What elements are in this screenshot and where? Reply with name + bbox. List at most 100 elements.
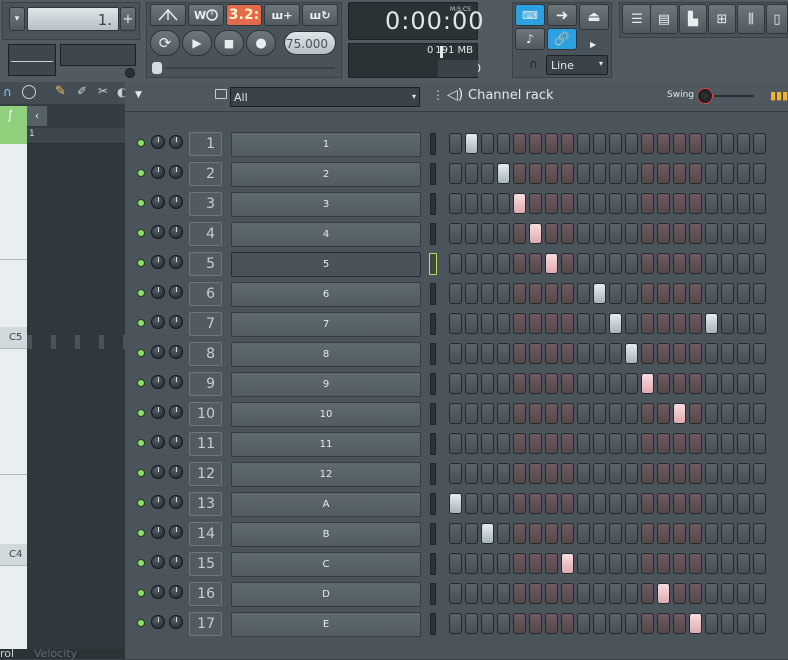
- step-button[interactable]: [689, 223, 702, 244]
- pattern-selector[interactable]: 1.: [27, 7, 119, 31]
- piano-key[interactable]: [0, 475, 27, 545]
- step-button[interactable]: [641, 193, 654, 214]
- step-button[interactable]: [529, 583, 542, 604]
- channel-pan-knob[interactable]: [169, 435, 183, 449]
- channel-pan-knob[interactable]: [169, 585, 183, 599]
- step-button[interactable]: [449, 493, 462, 514]
- pencil-tool-icon[interactable]: ♪: [515, 28, 545, 50]
- step-button[interactable]: [705, 253, 718, 274]
- step-button[interactable]: [737, 193, 750, 214]
- step-button[interactable]: [529, 553, 542, 574]
- step-button[interactable]: [561, 613, 574, 634]
- channel-select-strip[interactable]: [430, 403, 436, 425]
- step-button[interactable]: [673, 253, 686, 274]
- step-button[interactable]: [481, 193, 494, 214]
- step-button[interactable]: [529, 493, 542, 514]
- step-button[interactable]: [737, 613, 750, 634]
- channel-mixer-track[interactable]: 8: [189, 342, 222, 366]
- step-button[interactable]: [561, 163, 574, 184]
- channel-led-toggle[interactable]: [137, 469, 145, 477]
- step-button[interactable]: [577, 133, 590, 154]
- step-button[interactable]: [593, 523, 606, 544]
- step-button[interactable]: [609, 253, 622, 274]
- step-button[interactable]: [545, 313, 558, 334]
- channel-name-button[interactable]: 2: [231, 162, 421, 187]
- channel-volume-knob[interactable]: [151, 315, 165, 329]
- step-button[interactable]: [593, 433, 606, 454]
- step-button[interactable]: [641, 403, 654, 424]
- step-button[interactable]: [689, 583, 702, 604]
- magnet-tool-icon[interactable]: ∩: [3, 85, 12, 99]
- step-button[interactable]: [513, 133, 526, 154]
- step-button[interactable]: [449, 283, 462, 304]
- step-button[interactable]: [497, 463, 510, 484]
- step-button[interactable]: [561, 373, 574, 394]
- step-button[interactable]: [689, 163, 702, 184]
- swing-knob[interactable]: [697, 88, 713, 104]
- step-button[interactable]: [481, 493, 494, 514]
- channel-name-button[interactable]: A: [231, 492, 421, 517]
- step-edit-counter[interactable]: 3.2:: [226, 4, 262, 26]
- step-button[interactable]: [513, 613, 526, 634]
- step-button[interactable]: [449, 553, 462, 574]
- channel-led-toggle[interactable]: [137, 499, 145, 507]
- step-button[interactable]: [481, 373, 494, 394]
- step-button[interactable]: [481, 283, 494, 304]
- step-button[interactable]: [529, 283, 542, 304]
- step-button[interactable]: [465, 343, 478, 364]
- step-button[interactable]: [513, 433, 526, 454]
- channel-volume-knob[interactable]: [151, 195, 165, 209]
- step-button[interactable]: [465, 373, 478, 394]
- step-button[interactable]: [641, 493, 654, 514]
- step-button[interactable]: [513, 163, 526, 184]
- step-button[interactable]: [593, 373, 606, 394]
- channel-volume-knob[interactable]: [151, 525, 165, 539]
- step-button[interactable]: [449, 163, 462, 184]
- step-button[interactable]: [465, 223, 478, 244]
- step-button[interactable]: [721, 583, 734, 604]
- step-button[interactable]: [625, 283, 638, 304]
- step-button[interactable]: [737, 283, 750, 304]
- channel-pan-knob[interactable]: [169, 285, 183, 299]
- step-button[interactable]: [721, 193, 734, 214]
- step-button[interactable]: [465, 163, 478, 184]
- step-button[interactable]: [673, 313, 686, 334]
- step-button[interactable]: [593, 583, 606, 604]
- step-button[interactable]: [529, 133, 542, 154]
- step-button[interactable]: [657, 223, 670, 244]
- channel-mixer-track[interactable]: 9: [189, 372, 222, 396]
- channel-name-button[interactable]: 1: [231, 132, 421, 157]
- step-button[interactable]: [625, 493, 638, 514]
- step-button[interactable]: [737, 313, 750, 334]
- step-button[interactable]: [657, 583, 670, 604]
- piano-key-c5[interactable]: C5: [0, 327, 27, 349]
- piano-roll-icon[interactable]: ▙: [679, 4, 707, 34]
- step-button[interactable]: [529, 523, 542, 544]
- step-button[interactable]: [529, 373, 542, 394]
- step-button[interactable]: [689, 283, 702, 304]
- step-button[interactable]: [513, 373, 526, 394]
- channel-name-button[interactable]: 3: [231, 192, 421, 217]
- step-button[interactable]: [497, 223, 510, 244]
- channel-name-button[interactable]: 8: [231, 342, 421, 367]
- step-button[interactable]: [481, 133, 494, 154]
- step-button[interactable]: [465, 493, 478, 514]
- step-button[interactable]: [641, 253, 654, 274]
- step-button[interactable]: [513, 223, 526, 244]
- pencil-icon[interactable]: ✎: [55, 84, 66, 99]
- step-button[interactable]: [449, 403, 462, 424]
- channel-pan-knob[interactable]: [169, 405, 183, 419]
- step-button[interactable]: [673, 133, 686, 154]
- channel-pan-knob[interactable]: [169, 345, 183, 359]
- step-button[interactable]: [465, 313, 478, 334]
- step-button[interactable]: [737, 403, 750, 424]
- step-button[interactable]: [513, 553, 526, 574]
- wait-record-icon[interactable]: W: [188, 4, 224, 26]
- step-button[interactable]: [753, 613, 766, 634]
- step-button[interactable]: [545, 253, 558, 274]
- step-button[interactable]: [481, 403, 494, 424]
- step-button[interactable]: [529, 193, 542, 214]
- browser-icon[interactable]: ⊞: [708, 4, 736, 34]
- step-button[interactable]: [561, 133, 574, 154]
- channel-select-strip[interactable]: [430, 193, 436, 215]
